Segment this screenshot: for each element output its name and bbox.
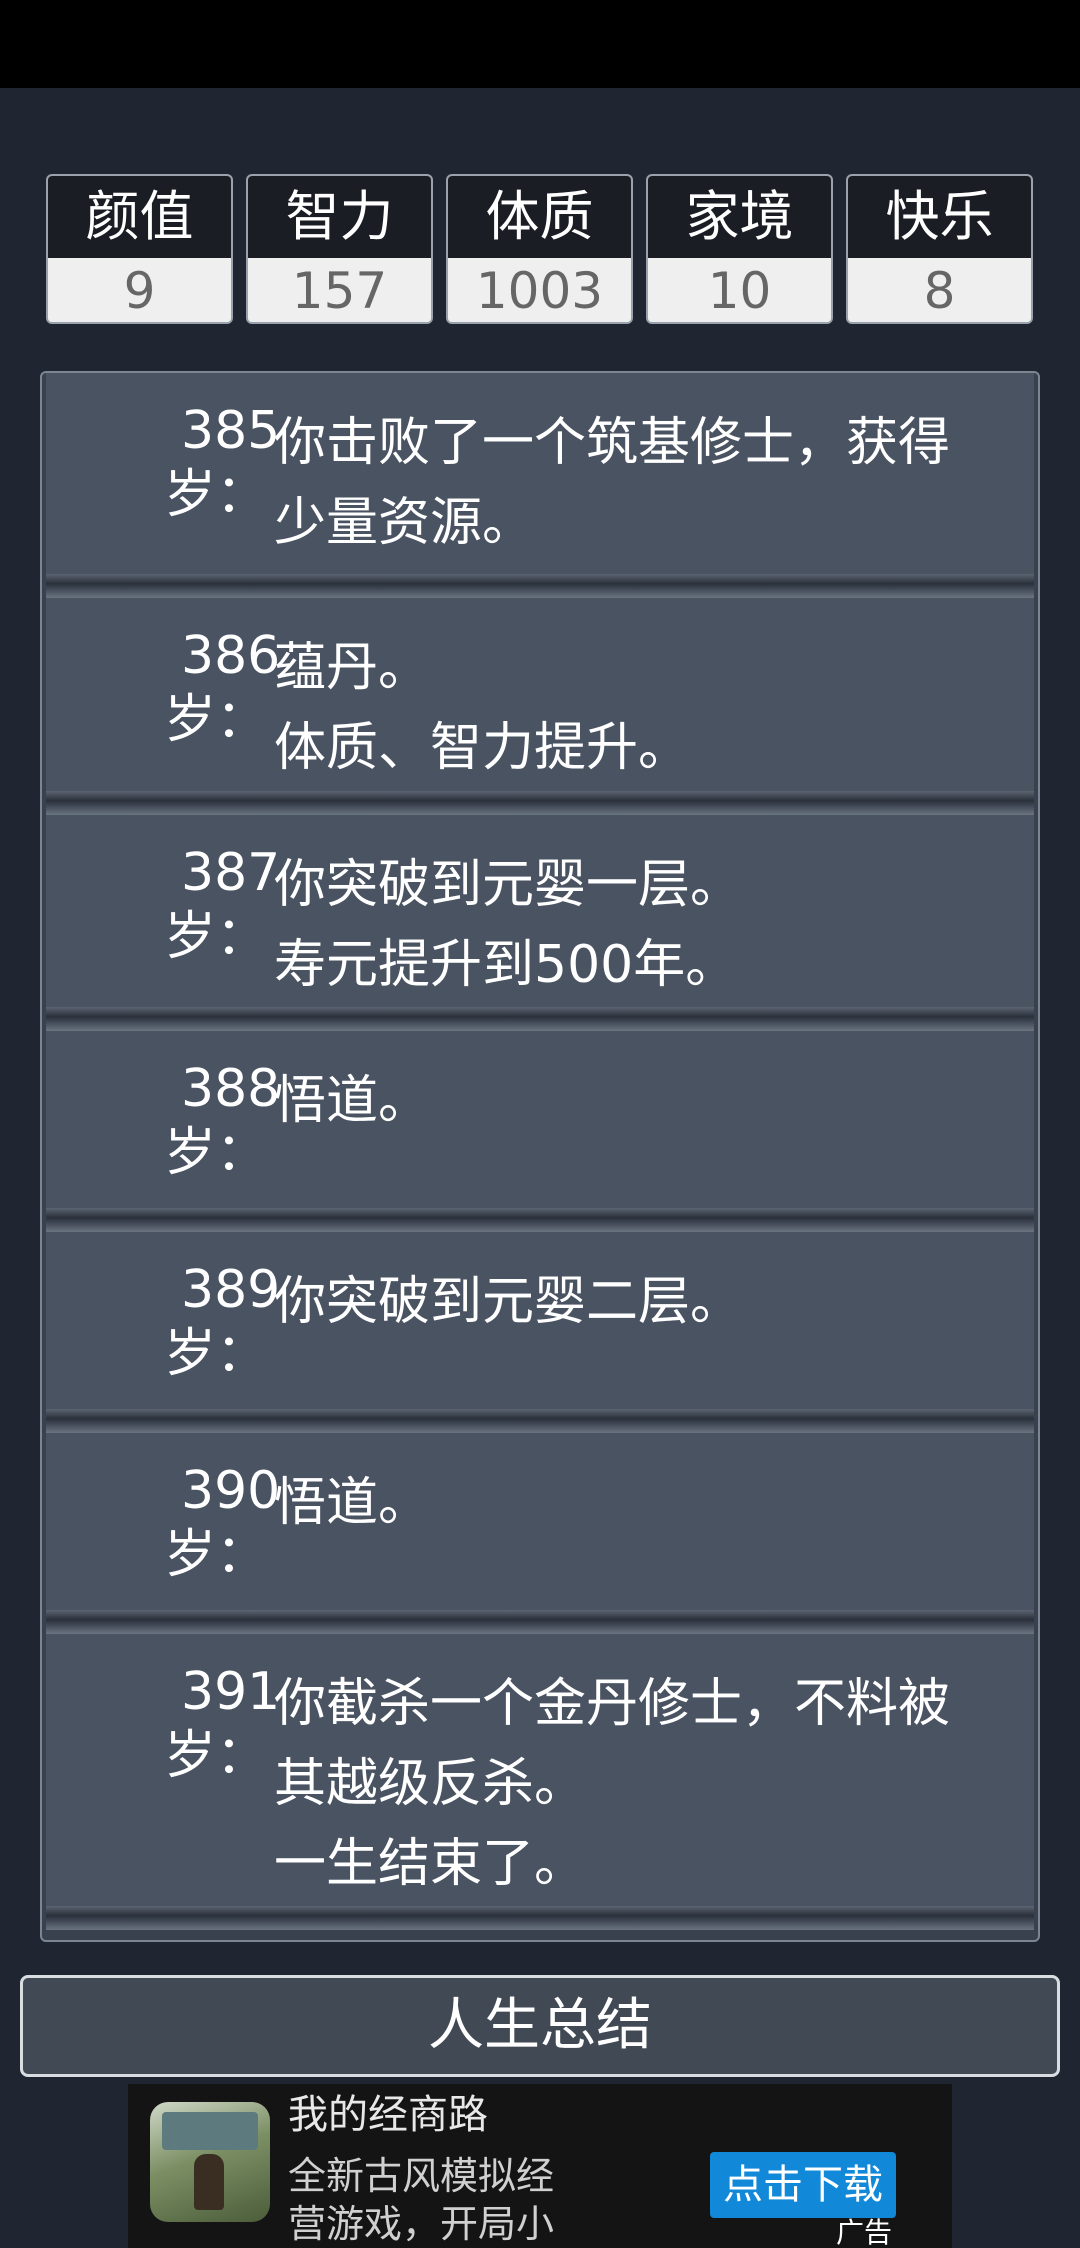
event-text: 你截杀一个金丹修士，不料被 其越级反杀。 一生结束了。 bbox=[274, 1664, 950, 1904]
event-line: 体质、智力提升。 bbox=[274, 718, 691, 778]
life-event-log[interactable]: 385 岁： 你击败了一个筑基修士，获得 少量资源。 386 岁： 蕴丹。 体质… bbox=[40, 371, 1040, 1942]
event-line: 一生结束了。 bbox=[274, 1834, 587, 1894]
status-bar bbox=[0, 0, 1080, 88]
stat-card-family: 家境 10 bbox=[646, 174, 833, 324]
event-line: 蕴丹。 bbox=[274, 638, 431, 698]
event-row: 385 岁： 你击败了一个筑基修士，获得 少量资源。 bbox=[46, 373, 1034, 598]
stat-value: 1003 bbox=[448, 258, 631, 322]
event-text: 悟道。 bbox=[274, 1061, 430, 1141]
stat-value: 10 bbox=[648, 258, 831, 322]
event-text: 悟道。 bbox=[274, 1463, 430, 1543]
age-suffix: 岁： bbox=[164, 465, 269, 525]
stat-label: 体质 bbox=[448, 176, 631, 258]
event-text: 你击败了一个筑基修士，获得 少量资源。 bbox=[274, 403, 950, 563]
stat-label: 家境 bbox=[648, 176, 831, 258]
event-age: 390 bbox=[181, 1461, 281, 1521]
stat-value: 157 bbox=[248, 258, 431, 322]
event-line: 其越级反杀。 bbox=[274, 1754, 587, 1814]
stat-value: 9 bbox=[48, 258, 231, 322]
event-age: 391 bbox=[181, 1662, 281, 1722]
event-row: 391 岁： 你截杀一个金丹修士，不料被 其越级反杀。 一生结束了。 bbox=[46, 1634, 1034, 1930]
event-line: 寿元提升到500年。 bbox=[274, 935, 738, 995]
event-age: 389 bbox=[181, 1260, 281, 1320]
event-line: 你截杀一个金丹修士，不料被 bbox=[274, 1674, 951, 1734]
age-suffix: 岁： bbox=[164, 1525, 269, 1585]
stat-card-happiness: 快乐 8 bbox=[846, 174, 1033, 324]
event-line: 你突破到元婴一层。 bbox=[274, 855, 743, 915]
event-line: 你突破到元婴二层。 bbox=[274, 1272, 743, 1332]
game-app-icon[interactable] bbox=[150, 2102, 270, 2222]
event-row: 390 岁： 悟道。 bbox=[46, 1433, 1034, 1634]
event-line: 少量资源。 bbox=[274, 493, 535, 553]
stat-card-intelligence: 智力 157 bbox=[246, 174, 433, 324]
ad-tag: 广告 bbox=[836, 2216, 893, 2248]
age-suffix: 岁： bbox=[164, 1123, 269, 1183]
event-row: 389 岁： 你突破到元婴二层。 bbox=[46, 1232, 1034, 1433]
event-row: 386 岁： 蕴丹。 体质、智力提升。 bbox=[46, 598, 1034, 815]
event-line: 悟道。 bbox=[274, 1473, 431, 1533]
event-line: 悟道。 bbox=[274, 1071, 431, 1131]
event-row: 388 岁： 悟道。 bbox=[46, 1031, 1034, 1232]
ad-banner[interactable]: 我的经商路 全新古风模拟经营游戏，开局小掌柜，要 点击下载 广告 bbox=[128, 2084, 952, 2248]
ad-description: 全新古风模拟经营游戏，开局小掌柜，要 bbox=[288, 2154, 555, 2246]
age-suffix: 岁： bbox=[164, 1726, 269, 1786]
age-suffix: 岁： bbox=[164, 1324, 269, 1384]
stat-card-appearance: 颜值 9 bbox=[46, 174, 233, 324]
stat-label: 颜值 bbox=[48, 176, 231, 258]
stat-card-constitution: 体质 1003 bbox=[446, 174, 633, 324]
event-age: 386 bbox=[181, 626, 281, 686]
event-age: 385 bbox=[181, 401, 281, 461]
stat-label: 智力 bbox=[248, 176, 431, 258]
event-age: 387 bbox=[181, 843, 281, 903]
life-summary-button[interactable]: 人生总结 bbox=[20, 1975, 1060, 2077]
age-suffix: 岁： bbox=[164, 690, 269, 750]
stat-label: 快乐 bbox=[848, 176, 1031, 258]
attribute-panel: 颜值 9 智力 157 体质 1003 家境 10 快乐 8 bbox=[46, 174, 1036, 326]
event-row: 387 岁： 你突破到元婴一层。 寿元提升到500年。 bbox=[46, 815, 1034, 1031]
event-line: 你击败了一个筑基修士，获得 bbox=[274, 413, 951, 473]
age-suffix: 岁： bbox=[164, 907, 269, 967]
download-button[interactable]: 点击下载 bbox=[710, 2152, 896, 2218]
event-text: 你突破到元婴二层。 bbox=[274, 1262, 742, 1342]
event-age: 388 bbox=[181, 1059, 281, 1119]
ad-title: 我的经商路 bbox=[288, 2092, 488, 2138]
event-text: 蕴丹。 体质、智力提升。 bbox=[274, 628, 690, 788]
stat-value: 8 bbox=[848, 258, 1031, 322]
event-text: 你突破到元婴一层。 寿元提升到500年。 bbox=[274, 845, 742, 1005]
